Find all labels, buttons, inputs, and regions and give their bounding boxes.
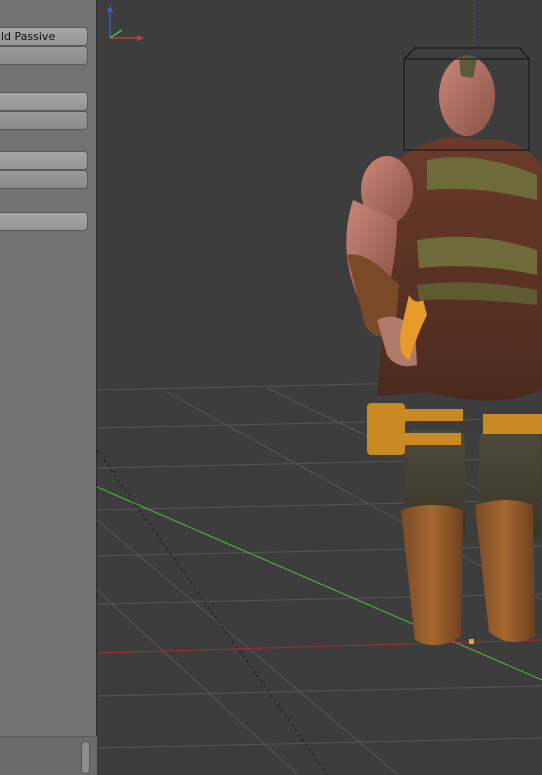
axis-gizmo (107, 5, 144, 41)
shield-passive-button[interactable]: ld Passive (0, 27, 88, 46)
gizmo-y-icon (109, 29, 123, 39)
gizmo-x-arrow-icon (137, 35, 144, 41)
3d-viewport[interactable] (97, 0, 542, 774)
shelf-button-7[interactable] (0, 212, 88, 231)
shelf-button-6[interactable] (0, 170, 88, 189)
shelf-scrollbar[interactable] (81, 741, 90, 774)
shelf-button-2[interactable] (0, 46, 88, 65)
floor-grid (97, 379, 542, 774)
dashed-axis (97, 449, 328, 774)
viewport-scene (97, 0, 542, 774)
shelf-button-4[interactable] (0, 111, 88, 130)
gizmo-z-arrow-icon (107, 5, 113, 12)
character-model (346, 55, 542, 646)
tool-shelf: ld Passive (0, 0, 97, 775)
shelf-button-5[interactable] (0, 151, 88, 170)
shelf-button-3[interactable] (0, 92, 88, 111)
